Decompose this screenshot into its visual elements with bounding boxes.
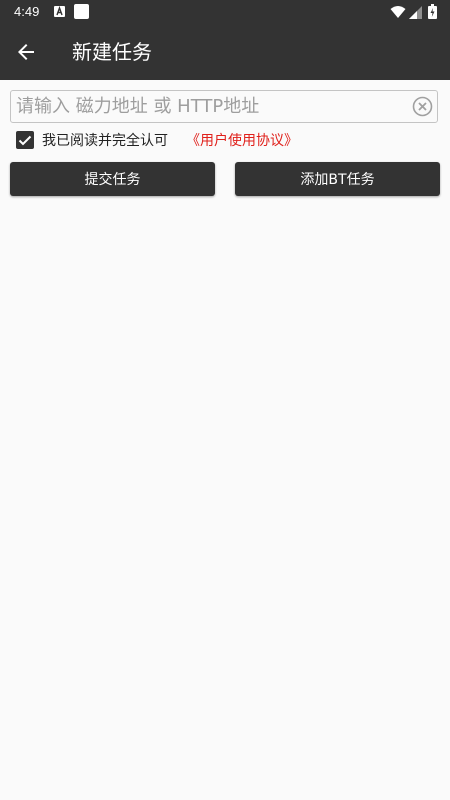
status-bar: 4:49 bbox=[0, 0, 450, 24]
url-input[interactable] bbox=[16, 91, 406, 122]
url-input-container bbox=[10, 90, 438, 123]
check-icon bbox=[18, 135, 32, 146]
app-bar: 新建任务 bbox=[0, 24, 450, 80]
battery-icon bbox=[428, 4, 437, 19]
agreement-text: 我已阅读并完全认可 bbox=[42, 133, 168, 149]
agreement-checkbox[interactable] bbox=[16, 131, 34, 149]
clear-circle-icon[interactable] bbox=[412, 96, 433, 117]
page-title: 新建任务 bbox=[72, 40, 152, 64]
arrow-left-icon[interactable] bbox=[14, 40, 38, 64]
notification-square-icon bbox=[74, 4, 89, 19]
screen: 4:49 新建任务 请输入 磁力地址 或 HTTP地址 我已阅读并完全认可 《用… bbox=[0, 0, 450, 800]
submit-task-button[interactable]: 提交任务 bbox=[10, 162, 215, 196]
notification-a-icon bbox=[54, 6, 65, 17]
status-time: 4:49 bbox=[14, 4, 40, 19]
wifi-icon bbox=[390, 6, 406, 18]
user-agreement-link[interactable]: 《用户使用协议》 bbox=[186, 132, 298, 150]
signal-icon bbox=[409, 6, 422, 19]
add-bt-task-button[interactable]: 添加BT任务 bbox=[235, 162, 440, 196]
